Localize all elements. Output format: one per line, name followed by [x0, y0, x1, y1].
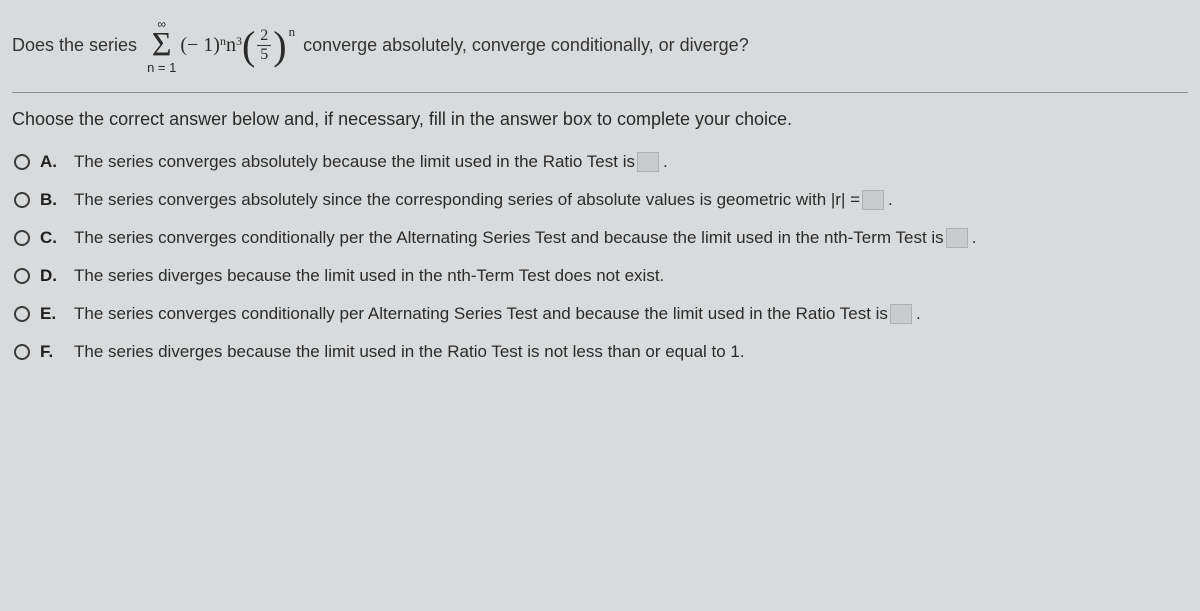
radio-d[interactable] — [14, 268, 30, 284]
option-f-label: F. — [40, 342, 60, 362]
term-var: n — [226, 34, 236, 57]
sigma-block: ∞ Σ n = 1 — [147, 18, 176, 74]
term-exp1: n — [220, 34, 226, 49]
options-list: A. The series converges absolutely becau… — [12, 152, 1188, 362]
fraction-group: ( 2 5 ) — [242, 28, 287, 63]
option-c-text: The series converges conditionally per t… — [74, 228, 976, 248]
term-base: (− 1) — [180, 34, 220, 57]
option-a-label: A. — [40, 152, 60, 172]
option-e-before: The series converges conditionally per A… — [74, 304, 888, 324]
option-b-label: B. — [40, 190, 60, 210]
answer-box-b[interactable] — [862, 190, 884, 210]
divider — [12, 92, 1188, 93]
option-b[interactable]: B. The series converges absolutely since… — [14, 190, 1188, 210]
question-row: Does the series ∞ Σ n = 1 (− 1)nn3 ( 2 5… — [12, 18, 1188, 74]
sigma-lower: n = 1 — [147, 61, 176, 74]
option-d-before: The series diverges because the limit us… — [74, 266, 664, 286]
fraction: 2 5 — [257, 28, 271, 63]
option-e-label: E. — [40, 304, 60, 324]
radio-c[interactable] — [14, 230, 30, 246]
option-a-after: . — [663, 152, 668, 172]
radio-f[interactable] — [14, 344, 30, 360]
series-term: (− 1)nn3 ( 2 5 ) n — [180, 28, 293, 63]
option-d-label: D. — [40, 266, 60, 286]
fraction-numerator: 2 — [257, 28, 271, 46]
option-c-after: . — [972, 228, 977, 248]
option-f-text: The series diverges because the limit us… — [74, 342, 745, 362]
left-paren: ( — [242, 30, 255, 62]
answer-box-c[interactable] — [946, 228, 968, 248]
answer-box-a[interactable] — [637, 152, 659, 172]
option-f-before: The series diverges because the limit us… — [74, 342, 745, 362]
radio-a[interactable] — [14, 154, 30, 170]
option-b-text: The series converges absolutely since th… — [74, 190, 893, 210]
option-c-before: The series converges conditionally per t… — [74, 228, 944, 248]
option-c-label: C. — [40, 228, 60, 248]
option-e-after: . — [916, 304, 921, 324]
math-expression: ∞ Σ n = 1 (− 1)nn3 ( 2 5 ) n — [147, 18, 293, 74]
option-c[interactable]: C. The series converges conditionally pe… — [14, 228, 1188, 248]
option-b-before: The series converges absolutely since th… — [74, 190, 860, 210]
fraction-denominator: 5 — [257, 46, 271, 63]
right-paren: ) — [273, 30, 286, 62]
question-lead: Does the series — [12, 35, 137, 56]
option-e-text: The series converges conditionally per A… — [74, 304, 921, 324]
option-a[interactable]: A. The series converges absolutely becau… — [14, 152, 1188, 172]
instruction-text: Choose the correct answer below and, if … — [12, 109, 1188, 130]
option-a-before: The series converges absolutely because … — [74, 152, 635, 172]
option-d-text: The series diverges because the limit us… — [74, 266, 664, 286]
radio-e[interactable] — [14, 306, 30, 322]
option-b-after: . — [888, 190, 893, 210]
sigma-symbol: Σ — [152, 30, 172, 61]
outer-exponent: n — [289, 24, 296, 40]
question-tail: converge absolutely, converge conditiona… — [303, 35, 749, 56]
option-f[interactable]: F. The series diverges because the limit… — [14, 342, 1188, 362]
option-a-text: The series converges absolutely because … — [74, 152, 668, 172]
option-d[interactable]: D. The series diverges because the limit… — [14, 266, 1188, 286]
option-e[interactable]: E. The series converges conditionally pe… — [14, 304, 1188, 324]
radio-b[interactable] — [14, 192, 30, 208]
term-exp2: 3 — [236, 34, 242, 49]
answer-box-e[interactable] — [890, 304, 912, 324]
